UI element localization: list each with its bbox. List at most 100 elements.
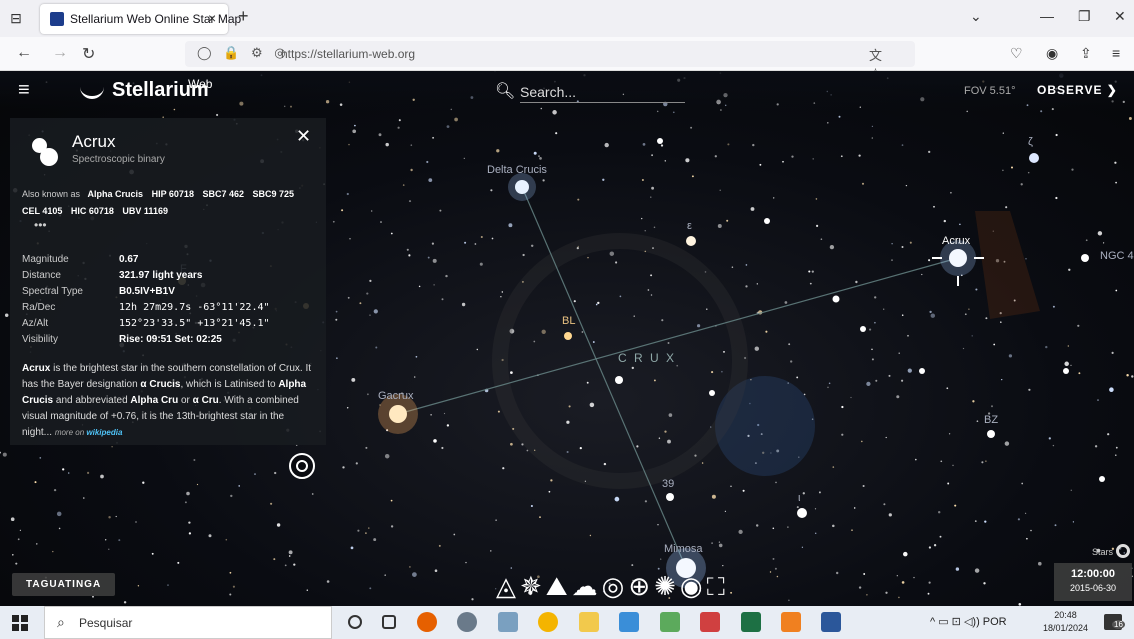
url-text[interactable]: https://stellarium-web.org bbox=[281, 47, 415, 61]
close-window-button[interactable]: ✕ bbox=[1114, 8, 1126, 25]
share-icon[interactable]: ⇪ bbox=[1080, 45, 1092, 62]
background-star bbox=[901, 581, 905, 584]
more-names-button[interactable]: ••• bbox=[34, 218, 47, 232]
app-icon[interactable] bbox=[497, 612, 518, 632]
ngc-object[interactable] bbox=[1081, 254, 1089, 262]
sky-view[interactable]: Delta Crucis Acrux Gacrux Mimosa BL ε BZ… bbox=[0, 71, 1134, 606]
background-star bbox=[866, 381, 871, 387]
background-star bbox=[232, 585, 235, 588]
tab-list-icon[interactable]: ⊟ bbox=[6, 8, 26, 28]
tab-overflow-icon[interactable]: ⌄ bbox=[970, 8, 982, 25]
taskbar-search[interactable]: ⌕ Pesquisar bbox=[44, 606, 332, 639]
equatorial-grid-icon[interactable]: ⊕ bbox=[628, 571, 654, 601]
app-icon[interactable] bbox=[619, 612, 640, 632]
pdf-icon[interactable] bbox=[700, 612, 721, 632]
background-star bbox=[479, 262, 483, 266]
firefox-icon[interactable] bbox=[416, 612, 437, 632]
search-input[interactable] bbox=[520, 81, 685, 103]
background-star bbox=[326, 580, 330, 583]
azimuthal-grid-icon[interactable]: ◎ bbox=[602, 571, 629, 601]
close-panel-button[interactable]: ✕ bbox=[296, 126, 311, 147]
new-tab-button[interactable]: + bbox=[238, 6, 249, 27]
locate-crosshair-icon[interactable] bbox=[289, 453, 315, 479]
back-arrow-icon[interactable]: ← bbox=[16, 44, 32, 62]
background-star bbox=[971, 335, 973, 337]
background-star bbox=[604, 142, 609, 148]
background-star bbox=[1114, 161, 1117, 164]
forward-arrow-icon[interactable]: → bbox=[52, 44, 68, 62]
background-star bbox=[948, 433, 951, 435]
zeta-star[interactable] bbox=[1029, 153, 1039, 163]
background-star bbox=[1070, 489, 1073, 492]
deep-sky-icon[interactable]: ✺ bbox=[654, 571, 680, 601]
background-star bbox=[433, 439, 437, 443]
background-star bbox=[676, 364, 679, 367]
background-star bbox=[888, 374, 891, 377]
stars-toggle-icon[interactable] bbox=[1116, 544, 1130, 558]
wikipedia-link[interactable]: wikipedia bbox=[86, 428, 122, 437]
background-star bbox=[972, 400, 975, 403]
background-star bbox=[1027, 171, 1030, 174]
maximize-button[interactable]: ❐ bbox=[1078, 8, 1091, 25]
taskbar-clock[interactable]: 20:48 18/01/2024 bbox=[1043, 609, 1088, 635]
chrome-icon[interactable] bbox=[538, 612, 559, 632]
bl-star[interactable] bbox=[564, 332, 572, 340]
file-explorer-icon[interactable] bbox=[578, 612, 599, 632]
epsilon-star[interactable] bbox=[686, 236, 696, 246]
background-star bbox=[984, 520, 987, 523]
constellation-art-icon[interactable]: ✵ bbox=[520, 571, 546, 601]
url-bar[interactable]: ◯ 🔒 ⚙ ◎ https://stellarium-web.org 文 ☆ bbox=[185, 41, 915, 82]
date-time-button[interactable]: 12:00:00 2015-06-30 bbox=[1054, 563, 1132, 601]
background-star bbox=[1048, 437, 1051, 440]
background-star bbox=[631, 564, 634, 567]
background-star bbox=[193, 459, 196, 461]
notification-icon[interactable]: 16 bbox=[1104, 614, 1125, 630]
excel-icon[interactable] bbox=[740, 612, 761, 632]
acrux-star[interactable] bbox=[949, 249, 967, 267]
background-star bbox=[398, 119, 401, 122]
observe-dropdown[interactable]: OBSERVE ❯ bbox=[1037, 83, 1118, 97]
gacrux-star[interactable] bbox=[389, 405, 407, 423]
cortana-icon[interactable] bbox=[348, 615, 362, 629]
night-mode-icon[interactable]: ◉ bbox=[680, 571, 707, 601]
background-star bbox=[871, 137, 874, 139]
background-star bbox=[346, 407, 349, 409]
browser-tab[interactable]: Stellarium Web Online Star Map × bbox=[40, 4, 241, 34]
background-star bbox=[896, 395, 900, 399]
app-menu-icon[interactable]: ≡ bbox=[1112, 45, 1120, 61]
search-icon[interactable]: 🔍︎ bbox=[495, 81, 515, 101]
background-star bbox=[731, 266, 734, 268]
app-icon[interactable] bbox=[457, 612, 478, 632]
background-star bbox=[12, 554, 14, 556]
app-icon[interactable] bbox=[659, 612, 680, 632]
background-star bbox=[273, 558, 276, 561]
landscape-icon[interactable]: ⛰ bbox=[546, 571, 572, 601]
desc-bold: Acrux bbox=[22, 363, 51, 374]
background-star bbox=[441, 298, 444, 301]
windows-start-icon[interactable] bbox=[12, 615, 28, 631]
word-icon[interactable] bbox=[821, 612, 842, 632]
location-button[interactable]: TAGUATINGA bbox=[12, 573, 116, 596]
system-tray[interactable]: ^ ▭ ⊡ ◁)) POR bbox=[930, 615, 1007, 628]
menu-icon[interactable]: ≡ bbox=[18, 79, 30, 102]
background-star bbox=[975, 288, 978, 291]
bottom-toolbar: ◬✵⛰☁◎⊕✺◉⛶ bbox=[496, 571, 729, 603]
fullscreen-icon[interactable]: ⛶ bbox=[707, 571, 729, 601]
background-star bbox=[19, 529, 21, 531]
bz-star[interactable] bbox=[987, 430, 995, 438]
pocket-icon[interactable]: ♡ bbox=[1010, 45, 1023, 62]
security-icons[interactable]: ◯ 🔒 ⚙ ◎ bbox=[197, 45, 290, 61]
atmosphere-icon[interactable]: ☁ bbox=[572, 571, 602, 601]
background-star bbox=[579, 446, 582, 450]
constellation-lines-icon[interactable]: ◬ bbox=[496, 571, 520, 601]
vlc-icon[interactable] bbox=[780, 612, 801, 632]
task-view-icon[interactable] bbox=[382, 615, 397, 629]
background-star bbox=[52, 550, 54, 553]
39-star[interactable] bbox=[666, 493, 674, 501]
reload-icon[interactable]: ↻ bbox=[82, 44, 95, 64]
minimize-button[interactable]: — bbox=[1040, 8, 1054, 24]
delta-crucis-star[interactable] bbox=[515, 180, 529, 194]
account-icon[interactable]: ◉ bbox=[1046, 45, 1058, 62]
tab-close-icon[interactable]: × bbox=[208, 10, 216, 26]
background-star bbox=[288, 550, 293, 555]
